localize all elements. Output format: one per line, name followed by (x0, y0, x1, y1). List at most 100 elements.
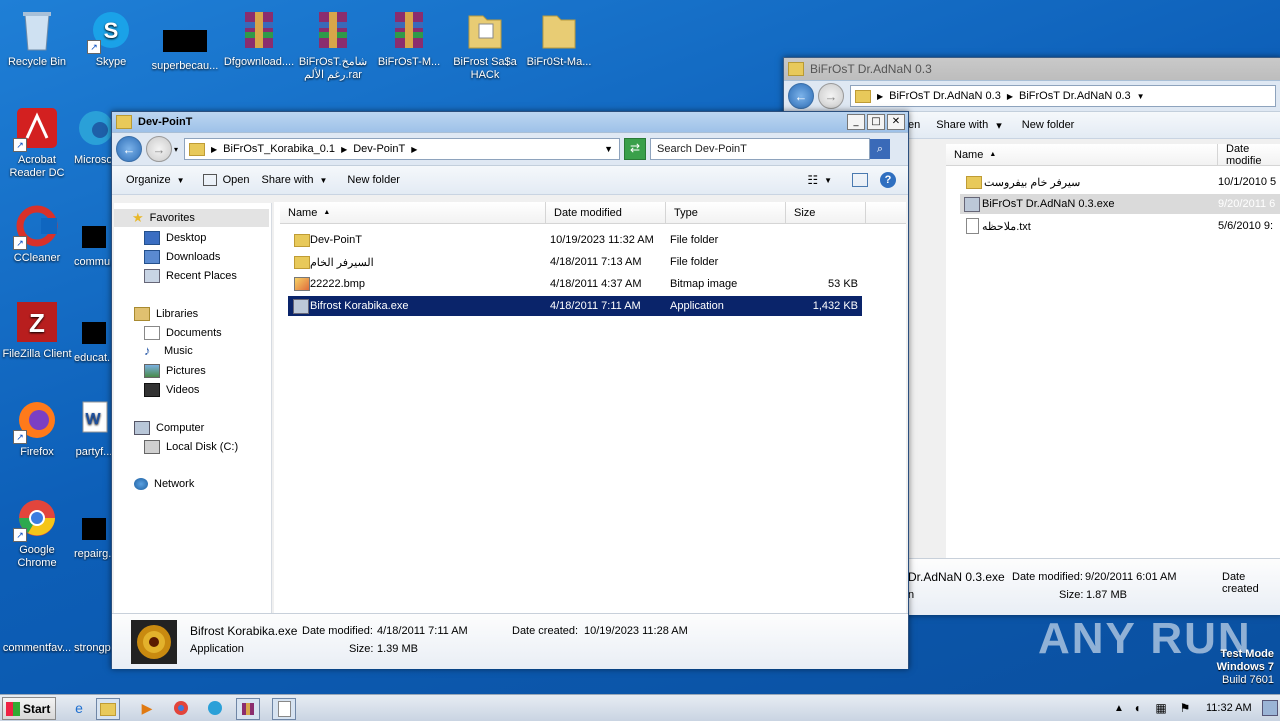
refresh-icon[interactable]: ⇄ (624, 138, 647, 160)
search-input[interactable]: Search Dev-PoinT (650, 138, 871, 160)
winrar-icon[interactable] (236, 698, 260, 720)
media-player-icon[interactable]: ▶ (136, 698, 158, 718)
commentfav-shortcut[interactable]: commentfav... (0, 620, 74, 655)
help-icon[interactable]: ? (880, 172, 896, 188)
breadcrumb-item[interactable]: BiFrOsT_Korabika_0.1 (223, 143, 335, 155)
close-button[interactable]: ✕ (887, 114, 905, 130)
breadcrumb-arrow-icon[interactable]: ▼ (1137, 92, 1145, 101)
nav-computer[interactable]: Computer (134, 421, 204, 435)
nav-documents[interactable]: Documents (144, 326, 222, 340)
title-bar[interactable]: Dev-PoinT _ □ ✕ (112, 112, 908, 133)
explorer-taskbar-icon[interactable] (96, 698, 120, 720)
edge-icon[interactable] (204, 698, 226, 718)
new-folder-button[interactable]: New folder (347, 174, 400, 186)
nav-favorites[interactable]: ★ Favorites (114, 209, 269, 227)
skype-shortcut[interactable]: S ↗ Skype (74, 8, 148, 69)
address-bar[interactable]: ▶ BiFrOsT_Korabika_0.1 ▶ Dev-PoinT ▶ ▼ (184, 138, 621, 160)
recent-pages-caret-icon[interactable]: ▾ (174, 145, 178, 154)
bifrost-m-shortcut[interactable]: BiFrOsT-M... (372, 8, 446, 69)
educat-shortcut[interactable]: educat... (74, 300, 114, 365)
bifrost-rar-shortcut[interactable]: BiFrOsT.شامخ رغم الألم.rar (296, 8, 370, 82)
clock[interactable]: 11:32 AM (1206, 702, 1252, 714)
nav-libraries[interactable]: Libraries (134, 307, 198, 321)
network-status-icon[interactable]: ▦ (1150, 698, 1172, 718)
column-header-name[interactable]: Name ▲ (280, 202, 546, 224)
ccleaner-shortcut[interactable]: ↗ CCleaner (0, 204, 74, 265)
column-header-date-modified[interactable]: Date modifie (1218, 143, 1280, 167)
navigation-pane[interactable]: ★ Favorites Desktop Downloads Recent Plac… (114, 203, 272, 613)
partyf-shortcut[interactable]: W partyf... (74, 398, 114, 459)
share-with-button[interactable]: Share with ▼ (261, 174, 327, 186)
open-button[interactable]: Open (202, 174, 249, 186)
nav-downloads[interactable]: Downloads (144, 250, 220, 264)
repairg-shortcut[interactable]: repairg... (74, 496, 114, 561)
maximize-button[interactable]: □ (867, 114, 885, 130)
list-item[interactable]: 22222.bmp 4/18/2011 4:37 AM Bitmap image… (288, 274, 862, 294)
file-list[interactable]: Name ▲ Date modifie سيرفر خام بيفروست 10/… (946, 143, 1280, 558)
nav-pictures[interactable]: Pictures (144, 364, 206, 378)
firefox-shortcut[interactable]: ↗ Firefox (0, 398, 74, 459)
column-header-date-modified[interactable]: Date modified (546, 202, 666, 224)
list-item[interactable]: BiFrOsT Dr.AdNaN 0.3.exe 9/20/2011 6 (960, 194, 1280, 214)
nav-music[interactable]: ♪ Music (144, 344, 193, 357)
bifrost-sasa-hack-folder[interactable]: BiFrost Sa$a HACk (448, 8, 522, 82)
show-desktop-button[interactable] (1262, 700, 1278, 716)
chevron-down-icon[interactable]: ▼ (824, 176, 832, 185)
list-item[interactable]: Dev-PoinT 10/19/2023 11:32 AM File folde… (288, 230, 862, 250)
column-header-name[interactable]: Name ▲ (946, 144, 1218, 166)
strongp-shortcut[interactable]: strongp... (74, 620, 114, 655)
action-center-flag-icon[interactable]: ⚑ (1174, 698, 1196, 718)
breadcrumb-item[interactable]: BiFrOsT Dr.AdNaN 0.3 (1019, 90, 1131, 102)
share-with-caret-icon[interactable]: ▾ (996, 119, 1002, 132)
list-item[interactable]: سيرفر خام بيفروست 10/1/2010 5 (960, 172, 1280, 192)
new-folder-button[interactable]: New folder (1022, 119, 1075, 131)
breadcrumb-arrow-icon[interactable]: ▶ (877, 92, 883, 101)
address-bar[interactable]: ▶ BiFrOsT Dr.AdNaN 0.3 ▶ BiFrOsT Dr.AdNa… (850, 85, 1276, 107)
chrome-icon[interactable] (170, 698, 192, 718)
list-item-selected[interactable]: Bifrost Korabika.exe 4/18/2011 7:11 AM A… (288, 296, 862, 316)
superbecau-shortcut[interactable]: superbecau... (148, 8, 222, 73)
nav-local-disk[interactable]: Local Disk (C:) (144, 440, 238, 454)
forward-button[interactable]: → (818, 83, 844, 109)
column-header-size[interactable]: Size (786, 202, 866, 224)
search-icon[interactable]: ⌕ (870, 139, 891, 159)
preview-pane-icon[interactable] (852, 173, 868, 187)
internet-explorer-icon[interactable]: e (68, 698, 90, 718)
address-dropdown-icon[interactable]: ▼ (604, 144, 613, 154)
back-button[interactable]: ← (788, 83, 814, 109)
nav-recent-places[interactable]: Recent Places (144, 269, 237, 283)
notepad-icon[interactable] (272, 698, 296, 720)
breadcrumb-arrow-icon[interactable]: ▶ (411, 145, 417, 154)
column-header-type[interactable]: Type (666, 202, 786, 224)
recycle-bin-shortcut[interactable]: Recycle Bin (0, 8, 74, 69)
filezilla-shortcut[interactable]: Z FileZilla Client (0, 300, 74, 361)
breadcrumb-item[interactable]: BiFrOsT Dr.AdNaN 0.3 (889, 90, 1001, 102)
breadcrumb-item[interactable]: Dev-PoinT (353, 143, 405, 155)
breadcrumb-arrow-icon[interactable]: ▶ (211, 145, 217, 154)
google-chrome-shortcut[interactable]: ↗ Google Chrome (0, 496, 74, 570)
dfgownload-shortcut[interactable]: Dfgownload.... (222, 8, 296, 69)
nav-videos[interactable]: Videos (144, 383, 199, 397)
nav-network[interactable]: Network (134, 478, 194, 490)
microsoft-edge-shortcut[interactable]: Microso... (74, 106, 114, 167)
title-bar[interactable]: BiFrOsT Dr.AdNaN 0.3 (784, 58, 1280, 81)
back-button[interactable]: ← (116, 136, 142, 162)
start-button[interactable]: Start (2, 697, 56, 720)
list-item[interactable]: ملاحظه.txt 5/6/2010 9: (960, 216, 1280, 236)
list-item[interactable]: السيرفر الخام 4/18/2011 7:13 AM File fol… (288, 252, 862, 272)
explorer-window-dev-point[interactable]: Dev-PoinT _ □ ✕ ← → ▾ ▶ BiFrOsT_Korabika… (111, 111, 909, 669)
view-options-icon[interactable]: ☷ (807, 173, 818, 187)
forward-button[interactable]: → (146, 136, 172, 162)
open-button[interactable]: en (908, 119, 920, 131)
bifr0st-ma-folder[interactable]: BiFr0St-Ma... (522, 8, 596, 69)
acrobat-reader-shortcut[interactable]: ↗ Acrobat Reader DC (0, 106, 74, 180)
organize-button[interactable]: Organize ▼ (126, 174, 185, 186)
share-with-button[interactable]: Share with (936, 119, 988, 131)
breadcrumb-arrow-icon[interactable]: ▶ (1007, 92, 1013, 101)
commu-shortcut[interactable]: commu... (74, 204, 114, 269)
file-list[interactable]: Name ▲ Date modified Type Size Dev-PoinT … (274, 202, 906, 613)
breadcrumb-arrow-icon[interactable]: ▶ (341, 145, 347, 154)
volume-icon[interactable]: ◖ (1126, 698, 1148, 718)
minimize-button[interactable]: _ (847, 114, 865, 130)
nav-desktop[interactable]: Desktop (144, 231, 206, 245)
